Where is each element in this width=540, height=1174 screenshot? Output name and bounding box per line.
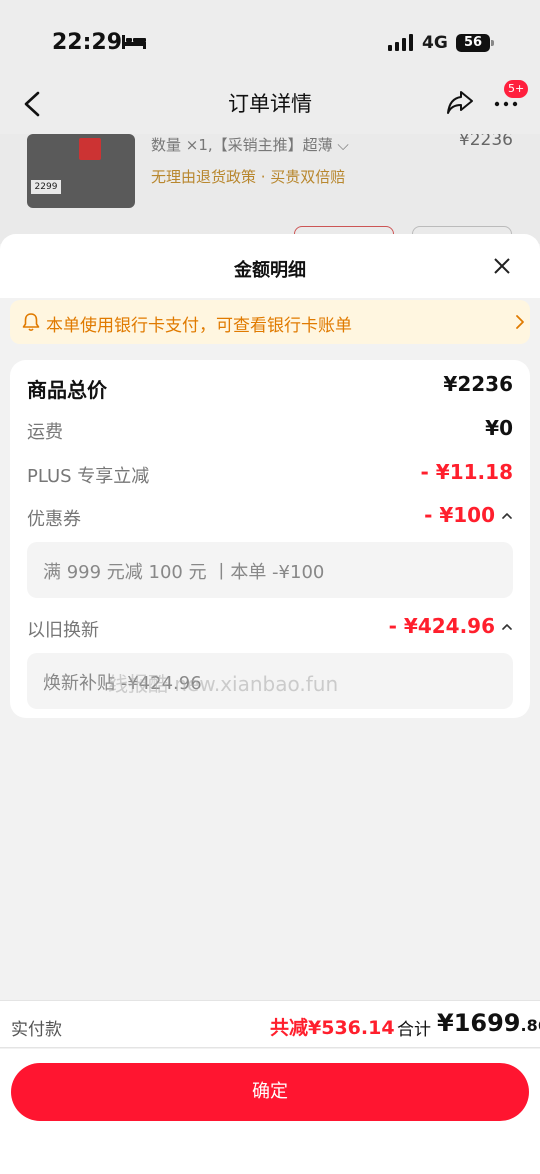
total-reduction: 共减¥536.14	[270, 1017, 395, 1039]
row-value: ¥2236	[443, 372, 513, 396]
price-breakdown-card: 商品总价 ¥2236 运费 ¥0 PLUS 专享立减 - ¥11.18 优惠券 …	[10, 360, 530, 718]
total-amount: ¥1699.86	[437, 1009, 540, 1037]
payment-summary: 实付款 共减¥536.14 合计 ¥1699.86	[0, 1000, 540, 1048]
product-thumbnail-label: 2299	[31, 180, 61, 194]
confirm-button[interactable]: 确定	[11, 1063, 529, 1121]
row-label: 商品总价	[27, 378, 107, 402]
nav-header: 订单详情 5+	[0, 80, 540, 134]
product-spec[interactable]: 数量 ×1,【采销主推】超薄 ⌵	[151, 134, 349, 155]
coupon-detail-box: 满 999 元减 100 元 丨本单 -¥100	[27, 542, 513, 598]
coupon-detail-text: 满 999 元减 100 元 丨本单 -¥100	[43, 562, 325, 583]
watermark: 线报酷 new.xianbao.fun	[108, 672, 339, 696]
chevron-right-icon	[516, 315, 524, 329]
network-type: 4G	[422, 33, 448, 53]
product-thumbnail[interactable]: 2299	[27, 134, 135, 208]
row-shipping: 运费 ¥0	[27, 416, 513, 446]
message-badge: 5+	[504, 80, 529, 98]
battery-icon: 56	[456, 34, 490, 52]
chevron-up-icon[interactable]	[501, 511, 513, 521]
chevron-up-icon[interactable]	[501, 622, 513, 632]
sheet-header: 金额明细	[0, 234, 540, 298]
product-policy: 无理由退货政策 · 买贵双倍赔	[151, 168, 346, 186]
total-label: 合计	[397, 1020, 431, 1040]
footer: 确定	[0, 1049, 540, 1174]
row-goods-total: 商品总价 ¥2236	[27, 372, 513, 402]
row-trade-in[interactable]: 以旧换新 - ¥424.96	[27, 614, 513, 644]
row-label: PLUS 专享立减	[27, 466, 150, 487]
bell-icon	[22, 313, 40, 332]
total-decimal: .86	[520, 1016, 540, 1035]
share-icon[interactable]	[446, 88, 474, 116]
paid-label: 实付款	[11, 1020, 62, 1040]
row-label: 运费	[27, 422, 63, 443]
close-icon[interactable]	[492, 256, 512, 276]
status-bar: 22:29 4G 56	[0, 0, 540, 88]
status-time: 22:29	[52, 30, 123, 55]
order-preview: 2299 数量 ×1,【采销主推】超薄 ⌵ ¥2236 无理由退货政策 · 买贵…	[0, 134, 540, 244]
bank-card-notice[interactable]: 本单使用银行卡支付，可查看银行卡账单	[10, 300, 530, 344]
row-value: - ¥100	[424, 503, 495, 527]
row-plus-discount: PLUS 专享立减 - ¥11.18	[27, 460, 513, 490]
row-label: 以旧换新	[27, 620, 99, 641]
battery-tip	[491, 40, 494, 46]
row-label: 优惠券	[27, 509, 81, 530]
row-value: - ¥11.18	[420, 460, 513, 484]
sheet-title: 金额明细	[234, 260, 306, 281]
notice-text: 本单使用银行卡支付，可查看银行卡账单	[46, 316, 352, 336]
signal-icon	[388, 34, 413, 51]
sleep-mode-icon	[122, 35, 146, 49]
row-coupon[interactable]: 优惠券 - ¥100	[27, 503, 513, 533]
product-price: ¥2236	[458, 134, 513, 150]
total-main: ¥1699	[437, 1009, 521, 1037]
row-value: ¥0	[485, 416, 513, 440]
row-value: - ¥424.96	[388, 614, 495, 638]
